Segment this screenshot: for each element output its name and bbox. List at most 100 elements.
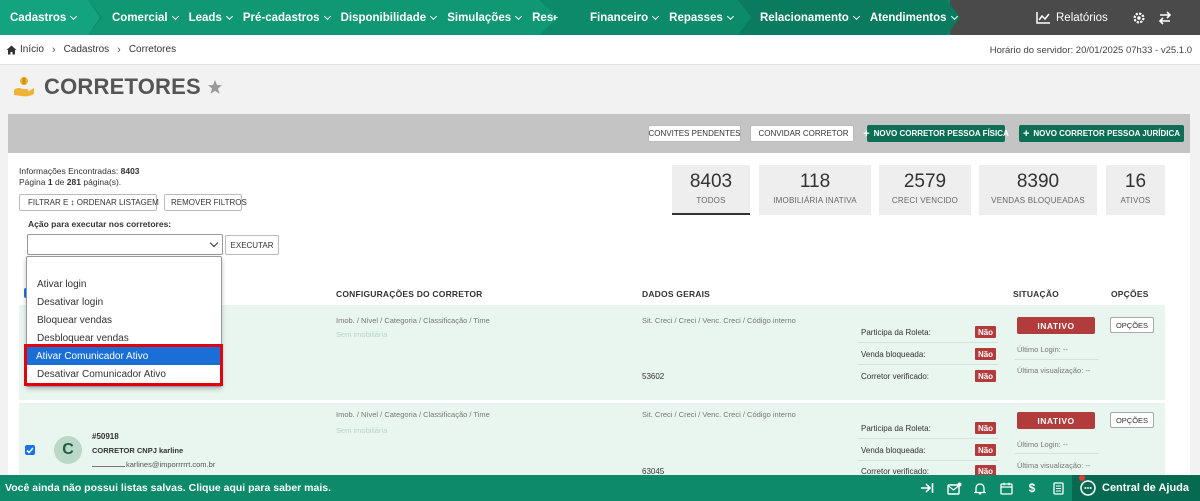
participa-label: Participa da Roleta: [861, 424, 931, 433]
stat-creci-vencido[interactable]: 2579 CRECI VENCIDO [879, 165, 971, 215]
nav-group-relacionamento: Relacionamento Atendimentos [738, 0, 960, 35]
help-label: Central de Ajuda [1102, 482, 1189, 494]
stat-vendas-bloqueadas[interactable]: 8390 VENDAS BLOQUEADAS [979, 165, 1097, 215]
stat-label: TODOS [696, 196, 726, 205]
header-dados-gerais: DADOS GERAIS [642, 289, 711, 299]
nav-item-pre-cadastros[interactable]: Pré-cadastros [243, 12, 331, 24]
switch-button[interactable] [1158, 10, 1172, 25]
swap-arrows-icon [1158, 10, 1171, 25]
nav-group-cadastros: Cadastros [0, 0, 100, 35]
status-badge: INATIVO [1017, 317, 1095, 334]
stat-number: 2579 [903, 171, 947, 192]
nav-item-repasses[interactable]: Repasses [669, 12, 734, 24]
bottom-bar: Você ainda não possui listas salvas. Cli… [0, 475, 1200, 501]
bell-icon[interactable] [972, 480, 988, 496]
chevron-right-icon: › [51, 43, 56, 56]
option-ativar-login[interactable]: Ativar login [37, 279, 86, 290]
favorite-star-icon[interactable] [207, 79, 223, 95]
venda-label: Venda bloqueada: [861, 446, 926, 455]
mail-notification-icon[interactable] [946, 480, 962, 496]
dollar-icon[interactable]: $ [1024, 480, 1040, 496]
page-prefix: Página [19, 177, 46, 187]
executar-button[interactable]: EXECUTAR [225, 235, 279, 255]
top-nav: Cadastros Comercial Leads Pré-cadastros … [0, 0, 1200, 35]
broker-name[interactable]: CORRETOR CNPJ karline [92, 446, 183, 455]
breadcrumb-cadastros[interactable]: Cadastros [64, 44, 110, 55]
central-de-ajuda-button[interactable]: Central de Ajuda [1072, 475, 1200, 501]
opcoes-button[interactable]: OPÇÕES [1110, 317, 1154, 333]
row-checkbox[interactable] [25, 445, 35, 455]
nav-item-leads[interactable]: Leads [188, 11, 233, 24]
email-blank [92, 466, 125, 467]
divider [858, 438, 998, 439]
opcoes-button[interactable]: OPÇÕES [1110, 412, 1154, 428]
breadcrumb-inicio[interactable]: Início [20, 44, 44, 55]
divider [1015, 359, 1099, 360]
nav-label: Comercial [112, 11, 168, 24]
novo-corretor-pf-button[interactable]: + NOVO CORRETOR PESSOA FÍSICA [863, 125, 1009, 142]
calendar-icon[interactable] [998, 480, 1014, 496]
nav-item-simulacoes[interactable]: Simulações [447, 12, 523, 24]
page-total: 281 [66, 177, 81, 187]
relatorios-button[interactable]: Relatórios [1036, 11, 1108, 24]
nav-item-cadastros[interactable]: Cadastros [10, 12, 78, 24]
saved-lists-message[interactable]: Você ainda não possui listas salvas. Cli… [5, 482, 331, 494]
ultimo-login: Último Login: -- [1017, 345, 1068, 354]
chevron-down-icon [430, 12, 438, 20]
home-icon [6, 45, 17, 54]
remover-filtros-button[interactable]: REMOVER FILTROS [164, 194, 247, 211]
stat-label: CRECI VENCIDO [891, 196, 959, 205]
nav-item-relacionamento[interactable]: Relacionamento [760, 11, 860, 24]
nav-group-financeiro: Financeiro Repasses [560, 0, 750, 35]
chevron-down-icon [652, 12, 660, 20]
nav-item-comercial[interactable]: Comercial [112, 11, 179, 24]
broker-id: #50918 [92, 432, 119, 441]
nav-label: Financeiro [590, 11, 649, 24]
plus-icon: + [1022, 127, 1030, 140]
annotation-highlight-box [24, 344, 223, 386]
stat-number: 118 [799, 171, 831, 192]
novo-corretor-pj-button[interactable]: + NOVO CORRETOR PESSOA JURÍDICA [1019, 125, 1184, 142]
nav-item-financeiro[interactable]: Financeiro [590, 11, 660, 24]
action-bar: CONVITES PENDENTES CONVIDAR CORRETOR + N… [8, 114, 1190, 153]
chevron-down-icon [852, 12, 860, 20]
scrollbar[interactable] [1190, 65, 1200, 475]
header-configuracoes: CONFIGURAÇÕES DO CORRETOR [336, 289, 483, 299]
button-label: FILTRAR E ↕ ORDENAR LISTAGEM [28, 198, 159, 207]
convidar-corretor-button[interactable]: CONVIDAR CORRETOR [750, 125, 854, 142]
status-badge: INATIVO [1017, 412, 1095, 429]
stat-label: IMOBILIÁRIA INATIVA [773, 196, 857, 205]
nav-item-disponibilidade[interactable]: Disponibilidade [341, 12, 438, 24]
stat-ativos[interactable]: 16 ATIVOS [1106, 165, 1165, 215]
chevron-right-icon: › [117, 43, 121, 56]
nav-label: Relacionamento [760, 11, 849, 24]
server-time: Horário do servidor: 20/01/2025 07h33 - … [989, 45, 1192, 56]
stat-todos[interactable]: 8403 TODOS [672, 165, 750, 215]
config-sub: Imob. / Nível / Categoria / Classificaçã… [336, 410, 490, 419]
nav-label: Leads [188, 11, 222, 24]
nav-label: Atendimentos [869, 11, 947, 24]
dados-sub: Sit. Creci / Creci / Venc. Creci / Códig… [642, 410, 796, 419]
page-mid: de [54, 177, 65, 187]
option-bloquear-vendas[interactable]: Bloquear vendas [37, 315, 112, 326]
document-icon[interactable] [1050, 480, 1066, 496]
chevron-down-icon [950, 12, 958, 20]
divider [858, 364, 998, 365]
settings-button[interactable] [1132, 11, 1146, 25]
relatorios-label: Relatórios [1056, 11, 1108, 24]
nav-item-atendimentos[interactable]: Atendimentos [869, 11, 958, 24]
bulk-action-select[interactable] [27, 234, 223, 255]
option-desbloquear-vendas[interactable]: Desbloquear vendas [37, 333, 129, 344]
filtrar-ordenar-button[interactable]: FILTRAR E ↕ ORDENAR LISTAGEM [19, 194, 159, 211]
chevron-down-icon [515, 12, 523, 20]
nav-group-comercial: Comercial Leads Pré-cadastros Disponibil… [88, 0, 558, 35]
chevron-down-icon [70, 12, 78, 20]
button-label: REMOVER FILTROS [171, 198, 247, 207]
chat-bubble-icon [1080, 480, 1096, 496]
convites-pendentes-button[interactable]: CONVITES PENDENTES [648, 125, 741, 142]
found-count: 8403 [120, 166, 140, 176]
collapse-arrow-icon[interactable] [919, 480, 935, 496]
avatar: C [54, 436, 82, 464]
option-desativar-login[interactable]: Desativar login [37, 297, 103, 308]
stat-imobiliaria-inativa[interactable]: 118 IMOBILIÁRIA INATIVA [759, 165, 871, 215]
